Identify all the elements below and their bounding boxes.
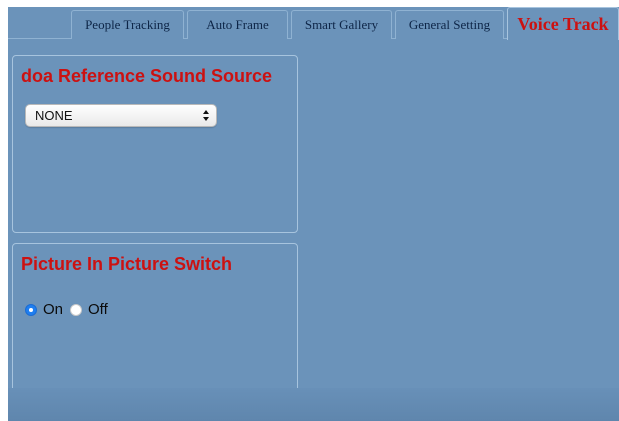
pip-panel-title: Picture In Picture Switch [21, 254, 233, 274]
doa-reference-panel: doa Reference Sound Source NONE [12, 55, 298, 233]
voice-track-settings-page: People Tracking Auto Frame Smart Gallery… [8, 7, 619, 421]
pip-off-label[interactable]: Off [88, 301, 108, 318]
tab-general-setting[interactable]: General Setting [395, 10, 504, 39]
pip-off-radio[interactable] [70, 303, 83, 316]
doa-source-select-value: NONE [35, 108, 73, 123]
tab-bar: People Tracking Auto Frame Smart Gallery… [8, 7, 619, 40]
pip-radio-group: On Off [25, 301, 115, 318]
doa-panel-title: doa Reference Sound Source [21, 66, 273, 86]
tab-auto-frame[interactable]: Auto Frame [187, 10, 288, 39]
doa-source-select[interactable]: NONE [25, 104, 217, 127]
pip-on-radio[interactable] [25, 303, 37, 316]
tab-voice-track[interactable]: Voice Track [507, 7, 619, 40]
bottom-band [8, 388, 619, 421]
select-arrows-icon [203, 110, 209, 121]
pip-on-label[interactable]: On [43, 301, 63, 318]
tab-smart-gallery[interactable]: Smart Gallery [291, 10, 392, 39]
tab-people-tracking[interactable]: People Tracking [71, 10, 184, 39]
